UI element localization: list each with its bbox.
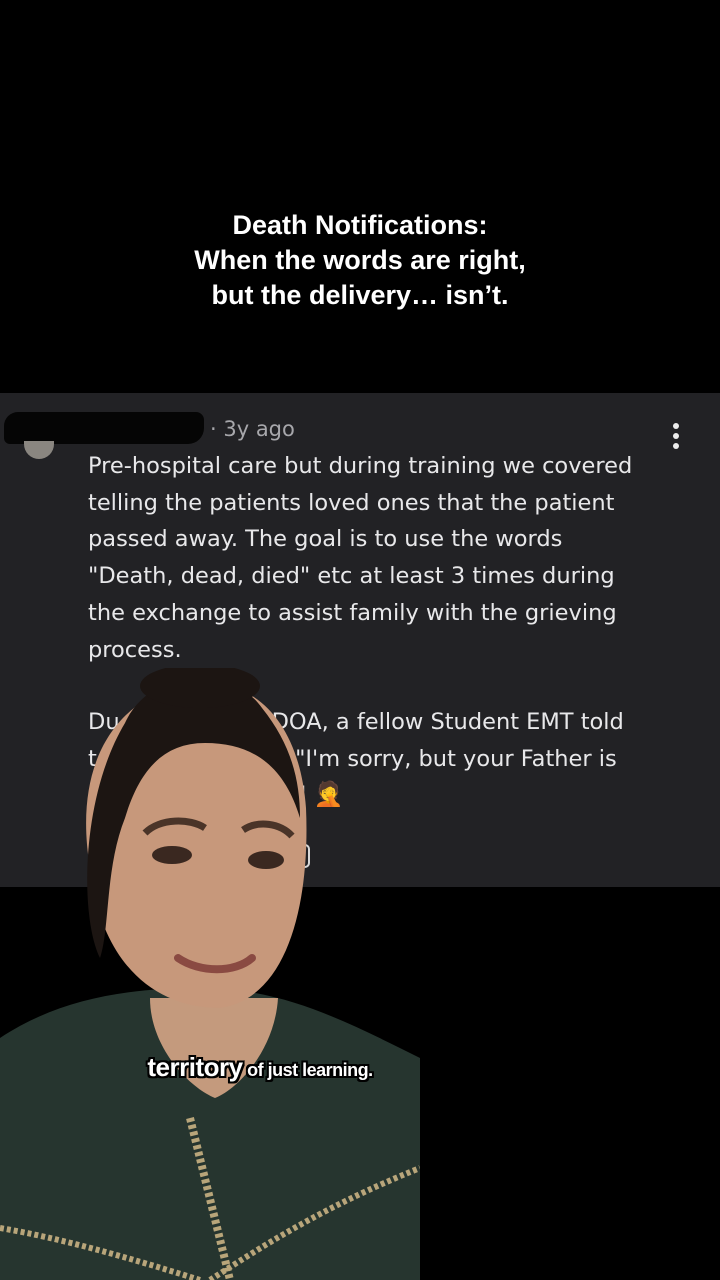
comment-line: telling the patients loved ones that the… [88, 489, 615, 516]
comment-line: Pre-hospital care but during training we… [88, 453, 633, 479]
presenter-video [0, 668, 420, 1280]
overlay-title: Death Notifications: When the words are … [0, 208, 720, 313]
comment-line: "Death, dead, died" etc at least 3 times… [88, 563, 615, 590]
comment-line: the exchange to assist family with the g… [88, 599, 617, 626]
comment-line: process. [88, 636, 182, 663]
overlay-title-line-1: Death Notifications: [232, 210, 488, 240]
caption-highlight: territory [147, 1052, 243, 1082]
overlay-title-line-2: When the words are right, [194, 245, 526, 275]
comment-body: Pre-hospital care but during training we… [88, 448, 688, 668]
overlay-title-line-3: but the delivery… isn’t. [211, 280, 509, 310]
video-caption: territory of just learning. [0, 1052, 520, 1083]
comment-line: passed away. The goal is to use the word… [88, 526, 563, 553]
caption-text: of just learning. [242, 1060, 373, 1080]
redacted-username [4, 412, 204, 444]
avatar [24, 441, 54, 459]
comment-timestamp: · 3y ago [210, 417, 295, 441]
